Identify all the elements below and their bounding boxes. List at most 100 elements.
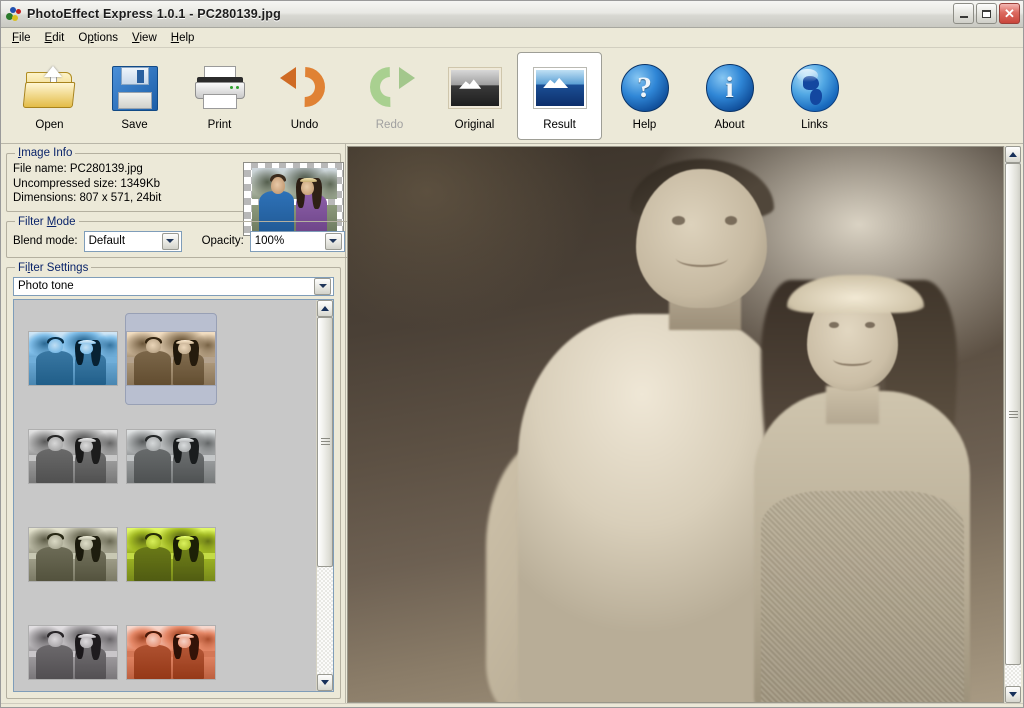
preset-thumbnail-list[interactable] (14, 299, 316, 692)
menu-item-help[interactable]: Help (164, 30, 202, 46)
window-controls: ✕ (953, 3, 1020, 24)
original-photo-icon (447, 59, 502, 117)
filter-preset-dropdown[interactable]: Photo tone (13, 276, 334, 296)
preset-thumbnail-7[interactable] (24, 604, 122, 692)
print-button[interactable]: Print (177, 52, 262, 140)
original-button-label: Original (454, 119, 495, 131)
close-button[interactable]: ✕ (999, 3, 1020, 24)
preset-tint-overlay (29, 332, 117, 385)
preset-tint-overlay (127, 528, 215, 581)
preset-thumbnail-area (13, 298, 334, 692)
open-button[interactable]: Open (7, 52, 92, 140)
redo-button-label: Redo (375, 119, 404, 131)
menu-item-view[interactable]: View (125, 30, 164, 46)
preset-grayscale (28, 429, 118, 484)
filter-mode-group: Filter Mode Blend mode: Default Opacity:… (6, 215, 352, 258)
filter-settings-legend-text: ter Settings (30, 261, 89, 274)
menu-item-options[interactable]: Options (71, 30, 125, 46)
question-mark-icon: ? (620, 59, 669, 117)
application-window: PhotoEffect Express 1.0.1 - PC280139.jpg… (0, 0, 1024, 708)
result-button[interactable]: Result (517, 52, 602, 140)
help-button-label: Help (632, 119, 657, 131)
help-button[interactable]: ? Help (602, 52, 687, 140)
canvas-scroll-thumb[interactable] (1005, 163, 1021, 666)
menu-label-edit: dit (52, 31, 65, 44)
scroll-up-icon[interactable] (317, 299, 333, 317)
title-bar: PhotoEffect Express 1.0.1 - PC280139.jpg… (1, 1, 1023, 28)
menu-label-help: elp (179, 31, 195, 44)
undo-button[interactable]: Undo (262, 52, 347, 140)
preset-thumbnail-2[interactable] (122, 310, 220, 408)
preset-thumbnail-4[interactable] (122, 408, 220, 506)
open-button-label: Open (35, 119, 64, 131)
scroll-down-icon[interactable] (317, 674, 333, 691)
image-info-group: Image Info File name: PC280139.jpg Uncom… (6, 147, 344, 236)
preset-olive (28, 527, 118, 582)
blend-mode-dropdown[interactable]: Default (83, 230, 182, 252)
image-info-legend: Image Info (18, 147, 73, 159)
menu-label-view: iew (139, 31, 157, 44)
undo-arrow-icon (276, 58, 333, 117)
filter-settings-group: Filter Settings Photo tone (6, 261, 341, 699)
links-button[interactable]: Links (772, 52, 857, 140)
filter-preset-value: Photo tone (18, 280, 74, 292)
blend-mode-label: Blend mode: (13, 235, 78, 247)
redo-button[interactable]: Redo (347, 52, 432, 140)
menu-bar: File Edit Options View Help (1, 28, 1023, 48)
preset-blue (28, 331, 118, 386)
links-button-label: Links (801, 119, 828, 131)
minimize-button[interactable] (953, 3, 974, 24)
info-icon: i (705, 59, 754, 117)
window-bottom-edge (1, 703, 1023, 707)
result-button-label: Result (543, 119, 576, 131)
preset-mauve-gray (28, 625, 118, 680)
preset-list-scrollbar[interactable] (316, 299, 333, 691)
about-button-label: About (714, 119, 745, 131)
print-button-label: Print (207, 119, 232, 131)
preset-orange-red (126, 625, 216, 680)
restore-button[interactable] (976, 3, 997, 24)
preset-lime (126, 527, 216, 582)
palette-icon (6, 6, 22, 22)
redo-arrow-icon (361, 58, 418, 117)
about-button[interactable]: i About (687, 52, 772, 140)
result-photo (348, 147, 1003, 702)
canvas-scroll-track[interactable] (1005, 163, 1021, 686)
preset-tint-overlay (127, 626, 215, 679)
menu-item-edit[interactable]: Edit (38, 30, 72, 46)
preset-thumbnail-6[interactable] (122, 506, 220, 604)
filter-mode-legend-text: ode (56, 215, 76, 228)
save-button-label: Save (121, 119, 148, 131)
image-view-pane (346, 144, 1023, 703)
menu-label-file: ile (19, 31, 31, 44)
preset-thumbnail-8[interactable] (122, 604, 220, 692)
result-image-canvas[interactable] (347, 146, 1004, 703)
chevron-down-icon[interactable] (314, 277, 331, 295)
menu-label-options: tions (93, 31, 119, 44)
window-title: PhotoEffect Express 1.0.1 - PC280139.jpg (27, 7, 281, 21)
menu-item-file[interactable]: File (5, 30, 38, 46)
preset-scroll-thumb[interactable] (317, 316, 333, 567)
filter-mode-legend: Filter Mode (18, 215, 76, 228)
preset-thumbnail-1[interactable] (24, 310, 122, 408)
scroll-up-icon[interactable] (1005, 146, 1021, 163)
preset-tint-overlay (127, 430, 215, 483)
globe-icon (790, 59, 839, 117)
opacity-label: Opacity: (201, 235, 244, 247)
canvas-vertical-scrollbar[interactable] (1004, 146, 1021, 703)
content-area: Image Info File name: PC280139.jpg Uncom… (1, 144, 1023, 703)
chevron-down-icon[interactable] (161, 232, 179, 250)
blend-mode-value: Default (88, 235, 126, 247)
filter-settings-legend: Filter Settings (18, 261, 89, 274)
preset-scroll-track[interactable] (317, 316, 333, 675)
scroll-down-icon[interactable] (1005, 686, 1021, 703)
save-button[interactable]: Save (92, 52, 177, 140)
floppy-disk-icon (111, 59, 158, 117)
chevron-down-icon[interactable] (324, 232, 342, 250)
original-button[interactable]: Original (432, 52, 517, 140)
opacity-value: 100% (254, 235, 285, 247)
preset-thumbnail-3[interactable] (24, 408, 122, 506)
image-info-legend-text: mage Info (21, 147, 73, 159)
opacity-dropdown[interactable]: 100% (249, 230, 345, 252)
preset-thumbnail-5[interactable] (24, 506, 122, 604)
